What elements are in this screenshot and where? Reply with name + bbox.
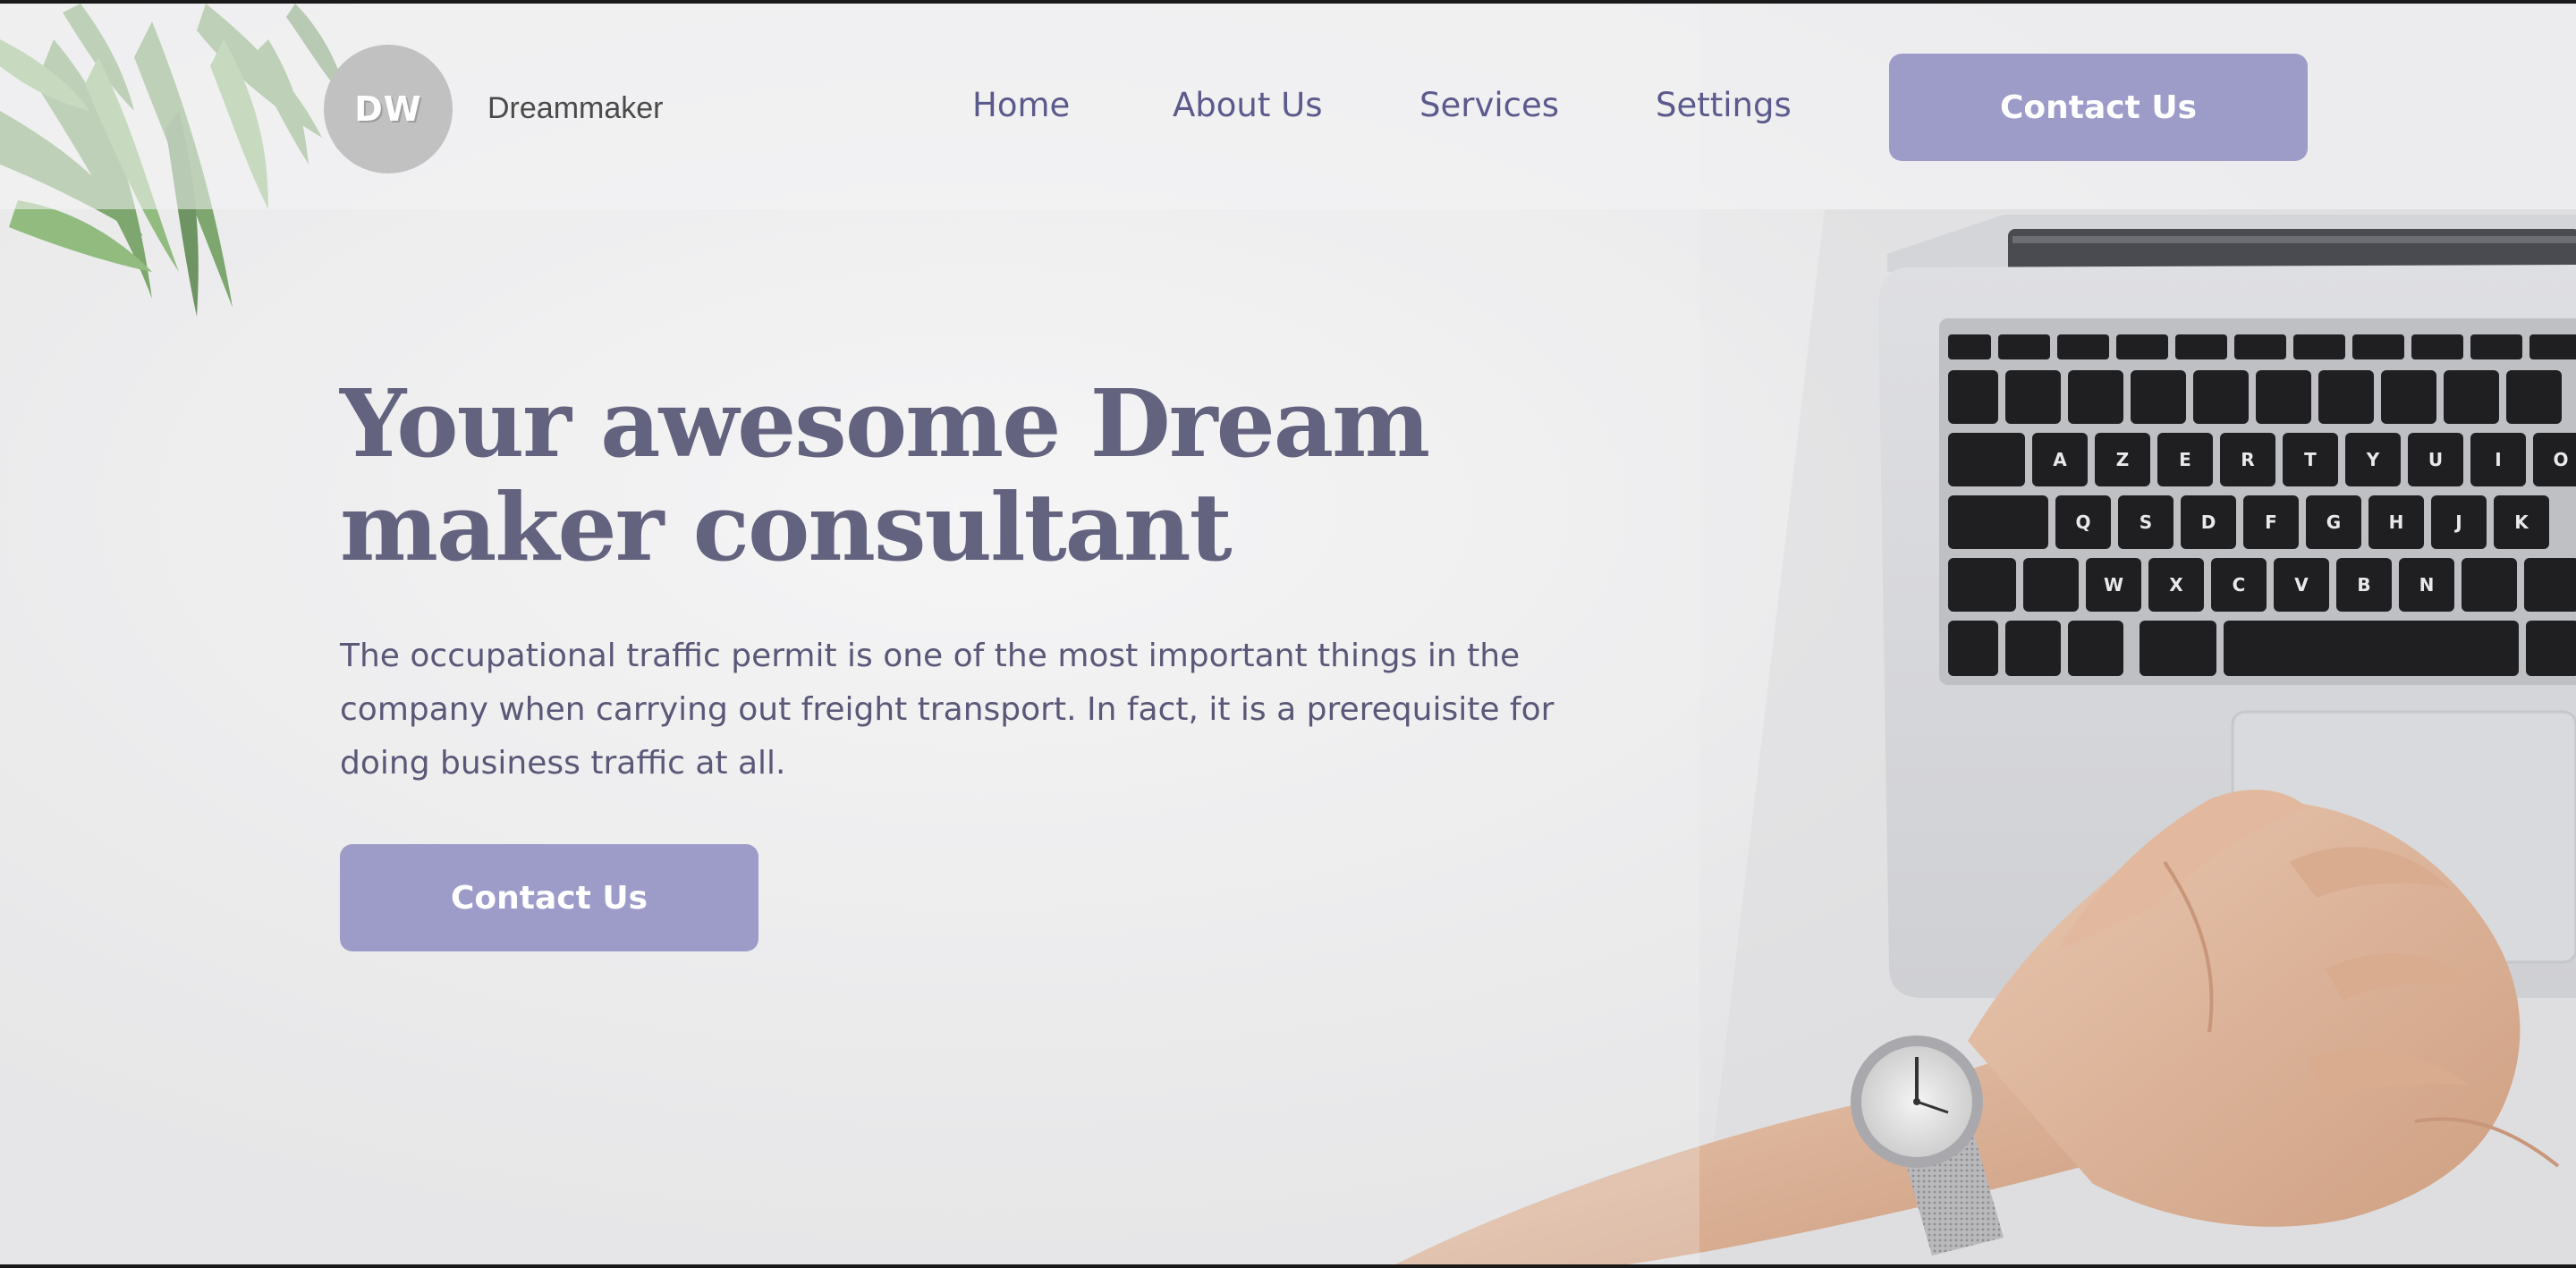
logo-badge[interactable]: DW [324, 45, 453, 173]
hero-title-line-1: Your awesome Dream [340, 368, 1430, 478]
brand-name[interactable]: Dreammaker [487, 91, 663, 126]
svg-text:E: E [2179, 449, 2191, 470]
site-header: DW Dreammaker Home About Us Services Set… [0, 4, 2576, 209]
hero-title-line-2: maker consultant [340, 472, 1233, 582]
header-contact-button[interactable]: Contact Us [1889, 54, 2308, 161]
svg-text:K: K [2514, 511, 2529, 533]
svg-text:C: C [2233, 574, 2246, 596]
nav-about-us[interactable]: About Us [1173, 86, 1323, 124]
svg-text:H: H [2389, 511, 2404, 533]
svg-text:I: I [2495, 449, 2501, 470]
svg-text:Q: Q [2075, 511, 2090, 533]
svg-text:J: J [2453, 511, 2462, 533]
logo-mark: DW [354, 89, 422, 129]
page-frame: A Z E R T Y U I O Q S D F G H J K W X C V B N DW Dreamm… [0, 4, 2576, 1264]
svg-text:R: R [2241, 449, 2254, 470]
nav-settings[interactable]: Settings [1656, 86, 1792, 124]
svg-text:B: B [2357, 574, 2370, 596]
svg-text:S: S [2140, 511, 2152, 533]
hero-description: The occupational traffic permit is one o… [340, 638, 1555, 782]
svg-text:X: X [2169, 574, 2183, 596]
hero-title: Your awesome Dream maker consultant [340, 372, 1503, 579]
nav-home[interactable]: Home [972, 86, 1070, 124]
svg-text:W: W [2104, 574, 2123, 596]
svg-text:Z: Z [2116, 449, 2130, 470]
svg-text:F: F [2265, 511, 2277, 533]
svg-text:U: U [2428, 449, 2443, 470]
svg-text:D: D [2201, 511, 2216, 533]
svg-text:N: N [2419, 574, 2435, 596]
svg-text:O: O [2553, 449, 2568, 470]
svg-text:G: G [2326, 511, 2341, 533]
hero-contact-button[interactable]: Contact Us [340, 844, 758, 951]
svg-text:V: V [2294, 574, 2309, 596]
svg-text:T: T [2304, 449, 2317, 470]
svg-text:A: A [2053, 449, 2067, 470]
nav-services[interactable]: Services [1419, 86, 1559, 124]
svg-text:Y: Y [2366, 449, 2380, 470]
